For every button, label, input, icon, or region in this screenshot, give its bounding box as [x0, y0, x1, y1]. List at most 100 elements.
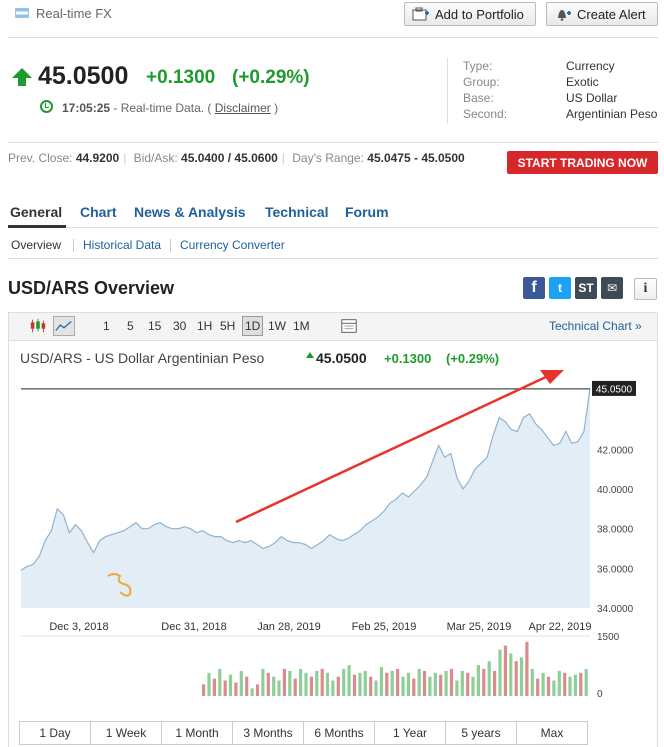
x-tick-label: Mar 25, 2019 — [447, 621, 512, 633]
day-range-label: Day's Range: — [292, 151, 364, 165]
y-tick-label: 42.0000 — [597, 445, 634, 456]
argentina-flag-icon — [15, 8, 29, 18]
volume-bar — [299, 668, 303, 696]
info-base-value: US Dollar — [566, 91, 618, 105]
y-tick-label: 38.0000 — [597, 525, 634, 536]
volume-bar — [255, 684, 260, 696]
volume-bar — [536, 678, 540, 696]
day-range-value: 45.0475 - 45.0500 — [367, 151, 465, 165]
period-1m[interactable]: 1M — [291, 318, 312, 334]
info-second-value: Argentinian Peso — [566, 107, 658, 121]
volume-bar — [563, 672, 567, 696]
candlestick-icon[interactable] — [27, 316, 49, 336]
tab-chart[interactable]: Chart — [80, 204, 117, 220]
period-15[interactable]: 15 — [146, 318, 163, 334]
area-chart-icon[interactable] — [53, 316, 75, 336]
period-5[interactable]: 5 — [125, 318, 136, 334]
volume-bar — [439, 674, 443, 696]
info-group-value: Exotic — [566, 75, 599, 89]
range-1-week[interactable]: 1 Week — [90, 721, 162, 745]
volume-bar — [374, 680, 378, 696]
start-trading-button[interactable]: START TRADING NOW — [507, 151, 658, 174]
volume-bar — [331, 680, 335, 696]
range-5-years[interactable]: 5 years — [445, 721, 517, 745]
portfolio-icon — [412, 7, 429, 21]
volume-bar — [342, 668, 346, 696]
tab-technical[interactable]: Technical — [265, 204, 329, 220]
tab-news-analysis[interactable]: News & Analysis — [134, 204, 246, 220]
x-tick-label: Apr 22, 2019 — [529, 621, 592, 633]
divider — [8, 37, 658, 38]
volume-bar — [202, 684, 206, 696]
create-alert-button[interactable]: Create Alert — [546, 2, 658, 26]
info-type-label: Type: — [463, 59, 493, 73]
volume-bar — [266, 672, 270, 696]
y-tick-label: 36.0000 — [597, 564, 634, 575]
price-chart[interactable]: 45.0500 34.0000 36.0000 38.0000 40.0000 42.00… — [0, 370, 664, 720]
volume-bar — [412, 678, 416, 696]
subtab-overview[interactable]: Overview — [11, 238, 61, 252]
volume-bar — [218, 668, 222, 696]
subtab-currency-converter[interactable]: Currency Converter — [180, 238, 285, 252]
range-6-months[interactable]: 6 Months — [303, 721, 375, 745]
x-tick-label: Dec 3, 2018 — [49, 621, 108, 633]
facebook-share-icon[interactable]: f — [523, 277, 545, 299]
up-arrow-icon-stem — [18, 77, 26, 86]
range-1-month[interactable]: 1 Month — [161, 721, 233, 745]
twitter-share-icon[interactable]: t — [549, 277, 571, 299]
range-selector: 1 Day 1 Week 1 Month 3 Months 6 Months 1… — [19, 721, 588, 745]
disclaimer-link[interactable]: Disclaimer — [215, 101, 271, 115]
volume-bar — [466, 672, 470, 696]
volume-bar — [519, 657, 524, 696]
x-tick-label: Jan 28, 2019 — [257, 621, 321, 633]
table-view-icon[interactable] — [338, 316, 360, 336]
volume-bar — [568, 676, 572, 696]
volume-bar — [498, 649, 502, 696]
stocktwits-share-icon[interactable]: ST — [575, 277, 597, 299]
range-1-year[interactable]: 1 Year — [374, 721, 446, 745]
period-1w[interactable]: 1W — [266, 318, 288, 334]
x-tick-label: Feb 25, 2019 — [352, 621, 417, 633]
volume-bar — [309, 676, 313, 696]
tab-forum[interactable]: Forum — [345, 204, 389, 220]
range-3-months[interactable]: 3 Months — [232, 721, 304, 745]
volume-bar — [239, 670, 243, 696]
volume-bar — [546, 676, 551, 696]
section-label: Real-time FX — [36, 6, 112, 21]
divider — [73, 239, 74, 252]
period-5h[interactable]: 5H — [218, 318, 237, 334]
info-icon[interactable]: i — [634, 278, 657, 300]
range-max[interactable]: Max — [516, 721, 588, 745]
bid-ask-value: 45.0400 / 45.0600 — [181, 151, 278, 165]
volume-bar — [315, 670, 319, 696]
active-tab-indicator — [8, 225, 66, 228]
range-1-day[interactable]: 1 Day — [19, 721, 91, 745]
price-change: +0.1300 — [146, 67, 216, 88]
volume-bar — [573, 674, 577, 696]
prev-close-label: Prev. Close: — [8, 151, 73, 165]
period-1[interactable]: 1 — [101, 318, 112, 334]
volume-bar — [272, 676, 276, 696]
email-share-icon[interactable]: ✉ — [601, 277, 623, 299]
volume-bar — [428, 676, 432, 696]
volume-bar — [579, 672, 583, 696]
volume-bar — [223, 680, 227, 696]
period-1h[interactable]: 1H — [195, 318, 214, 334]
period-30[interactable]: 30 — [171, 318, 188, 334]
divider — [8, 258, 658, 259]
volume-bar — [336, 676, 340, 696]
tab-general[interactable]: General — [10, 204, 62, 220]
realtime-close: ) — [270, 101, 279, 115]
info-type-value: Currency — [566, 59, 615, 73]
add-to-portfolio-button[interactable]: Add to Portfolio — [404, 2, 536, 26]
info-base-label: Base: — [463, 91, 494, 105]
volume-bar — [320, 668, 324, 696]
volume-bar — [552, 680, 556, 696]
clock-icon — [40, 100, 53, 113]
subtab-historical-data[interactable]: Historical Data — [83, 238, 161, 252]
volume-bar — [455, 680, 459, 696]
technical-chart-link[interactable]: Technical Chart » — [549, 319, 642, 333]
volume-bar — [390, 670, 394, 696]
period-1d[interactable]: 1D — [242, 316, 264, 336]
volume-bar — [261, 668, 265, 696]
